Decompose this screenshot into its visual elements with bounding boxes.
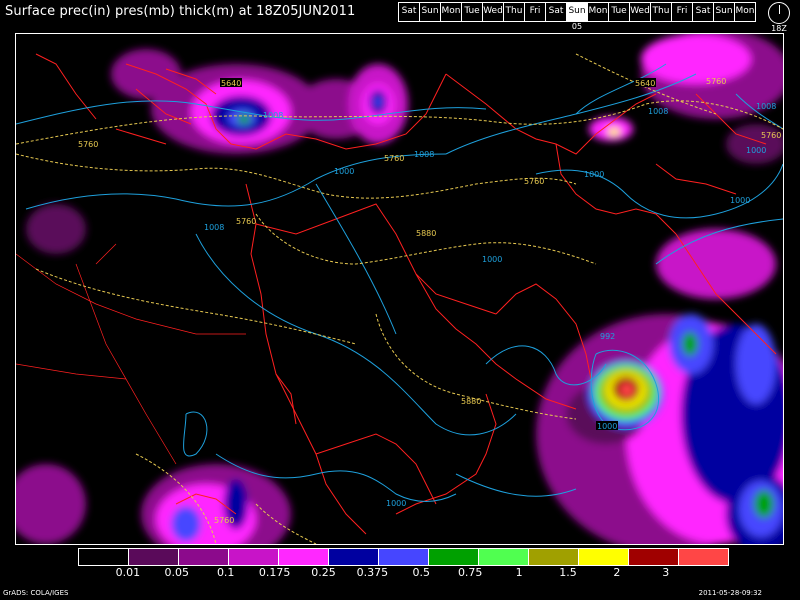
thickness-label: 5640 xyxy=(221,79,241,88)
day-tab[interactable]: Wed xyxy=(629,2,651,22)
legend-tick: 0.5 xyxy=(412,566,431,579)
pressure-label: 1008 xyxy=(756,102,776,111)
map-title: Surface prec(in) pres(mb) thick(m) at 18… xyxy=(5,4,356,19)
pressure-label: 1000 xyxy=(746,146,766,155)
thickness-label: 5760 xyxy=(236,217,256,226)
thickness-label: 5880 xyxy=(416,229,436,238)
legend-swatch xyxy=(328,548,379,566)
day-tab[interactable]: Tue xyxy=(608,2,630,22)
legend-swatch xyxy=(478,548,529,566)
legend-tick: 0.05 xyxy=(164,566,190,579)
legend-ticks: 0.01 0.05 0.1 0.175 0.25 0.375 0.5 0.75 1 1.5 2 3 xyxy=(78,566,728,580)
legend-swatch xyxy=(78,548,129,566)
legend-tick: 0.25 xyxy=(311,566,336,579)
pressure-label: 1000 xyxy=(584,170,604,179)
legend-swatch xyxy=(178,548,229,566)
day-tab[interactable]: Sat xyxy=(692,2,714,22)
legend-swatch xyxy=(678,548,729,566)
pressure-label: 1000 xyxy=(597,422,617,431)
legend-tick: 1.5 xyxy=(559,566,577,579)
legend-tick: 0.01 xyxy=(115,566,141,579)
thickness-label: 5880 xyxy=(461,397,481,406)
pressure-label: 1000 xyxy=(386,499,406,508)
thickness-label: 5760 xyxy=(214,516,234,525)
day-tab[interactable]: Fri xyxy=(524,2,546,22)
pressure-label: 1000 xyxy=(334,167,354,176)
day-number: 05 xyxy=(567,22,587,31)
day-tab[interactable]: Mon xyxy=(734,2,756,22)
legend-tick: 1 xyxy=(515,566,523,579)
day-tab[interactable]: Tue xyxy=(461,2,483,22)
pressure-label: 1008 xyxy=(648,107,668,116)
pressure-label: 1000 xyxy=(730,196,750,205)
day-tab[interactable]: Sun 05 xyxy=(566,2,588,31)
day-tab[interactable]: Fri xyxy=(671,2,693,22)
legend-swatch xyxy=(378,548,429,566)
day-tab[interactable]: Sat xyxy=(545,2,567,22)
legend-tick: 0.75 xyxy=(457,566,483,579)
day-tab[interactable]: Mon xyxy=(587,2,609,22)
day-tab[interactable]: Mon xyxy=(440,2,462,22)
pressure-label: 1008 xyxy=(204,223,224,232)
thickness-label: 5640 xyxy=(635,79,655,88)
thickness-label: 5760 xyxy=(706,77,726,86)
legend-swatch xyxy=(528,548,579,566)
legend-swatch xyxy=(228,548,279,566)
day-tab[interactable]: Wed xyxy=(482,2,504,22)
legend-tick: 2 xyxy=(613,566,621,579)
thickness-label: 5760 xyxy=(384,154,404,163)
pressure-label: 1008 xyxy=(263,111,283,120)
footer-timestamp: 2011-05-28-09:32 xyxy=(698,589,762,597)
legend-swatch xyxy=(278,548,329,566)
thickness-label: 5760 xyxy=(78,140,98,149)
day-tab[interactable]: Sun xyxy=(713,2,735,22)
day-tab[interactable]: Thu xyxy=(503,2,525,22)
thickness-label: 5760 xyxy=(761,131,781,140)
legend-tick: 3 xyxy=(662,566,670,579)
legend-swatch xyxy=(428,548,479,566)
legend-tick: 0.175 xyxy=(258,566,291,579)
legend-swatch xyxy=(628,548,679,566)
thickness-label: 5760 xyxy=(524,177,544,186)
pressure-label: 1008 xyxy=(414,150,434,159)
clock-label: 18Z xyxy=(771,24,787,33)
pressure-label: 992 xyxy=(600,332,615,341)
precip-legend xyxy=(78,548,729,566)
day-tab[interactable]: Thu xyxy=(650,2,672,22)
clock-icon xyxy=(768,2,790,24)
day-selector: Sat Sun Mon Tue Wed Thu Fri Sat Sun 05 Mon Tue Wed Th… xyxy=(398,2,756,31)
day-tab[interactable]: Sun xyxy=(419,2,441,22)
weather-map: 5640 5640 5760 5760 5760 5760 5760 5760 … xyxy=(15,33,784,545)
footer-source: GrADS: COLA/IGES xyxy=(3,589,69,597)
legend-swatch xyxy=(128,548,179,566)
legend-tick: 0.375 xyxy=(356,566,389,579)
pressure-label: 1000 xyxy=(482,255,502,264)
legend-swatch xyxy=(578,548,629,566)
day-tab[interactable]: Sat xyxy=(398,2,420,22)
legend-tick: 0.1 xyxy=(216,566,235,579)
